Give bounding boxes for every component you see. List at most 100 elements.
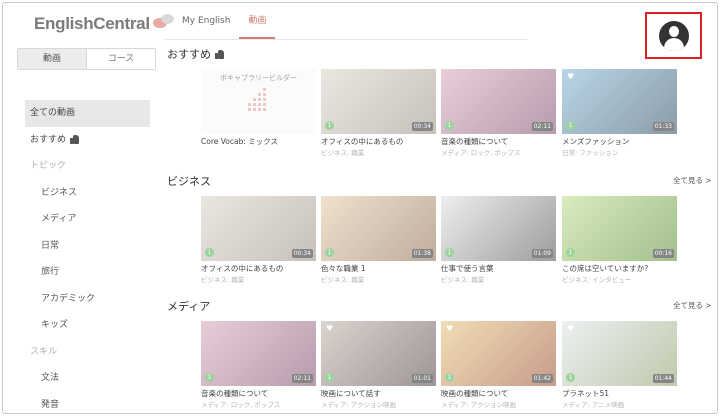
sidebar-item-label: ビジネス (41, 187, 78, 198)
sidebar-item[interactable]: 文法 (25, 365, 150, 392)
video-card[interactable]: 1 02:11 音楽の種類について メディア: ロック, ポップス (201, 321, 316, 409)
sidebar-item[interactable]: ビジネス (25, 180, 150, 207)
video-thumbnail[interactable]: 1 02:11 (201, 321, 316, 386)
segment-videos[interactable]: 動画 (18, 49, 86, 69)
level-badge: 1 (325, 121, 334, 130)
sidebar-item-label: おすすめ (30, 134, 67, 145)
sidebar-heading: スキル (25, 339, 150, 366)
sidebar-item-label: 発音 (41, 399, 60, 410)
sidebar-item[interactable]: 発音 (25, 392, 150, 414)
level-badge: 1 (566, 248, 575, 257)
heart-icon[interactable]: ♥ (567, 324, 574, 333)
level-badge: 1 (445, 373, 454, 382)
section-title: ビジネス (167, 175, 211, 188)
video-thumbnail[interactable]: 1 00:16 (562, 196, 677, 261)
video-thumbnail[interactable]: ボキャブラリービルダー (201, 69, 316, 134)
video-title[interactable]: 色々な職業 1 (321, 263, 436, 274)
video-title[interactable]: 音楽の種類について (201, 388, 316, 399)
video-card[interactable]: ♥ 1 01:44 プラネット51 メディア: アニメ映画 (562, 321, 677, 409)
video-category: ビジネス: 職業 (321, 149, 365, 157)
thumbs-up-icon (70, 135, 80, 145)
sidebar-item[interactable]: メディア (25, 206, 150, 233)
video-card[interactable]: 1 00:34 オフィスの中にあるもの ビジネス: 職業 (321, 69, 436, 157)
duration-badge: 01:44 (652, 374, 674, 383)
video-thumbnail[interactable]: 1 01:09 (441, 196, 556, 261)
video-category: ビジネス: 職業 (321, 276, 365, 284)
header-divider (165, 39, 527, 40)
sidebar-item-label: スキル (30, 346, 58, 357)
duration-badge: 00:16 (652, 249, 674, 258)
see-all-link[interactable]: 全て見る > (673, 175, 712, 186)
section-title: おすすめ (167, 46, 224, 62)
stairs-icon (245, 88, 271, 114)
heart-icon[interactable]: ♥ (326, 324, 333, 333)
video-card[interactable]: ♥ 1 01:42 映画の種類について メディア: アクション映画 (441, 321, 556, 409)
sidebar-item-label: 日常 (41, 240, 60, 251)
video-category: メディア: アクション映画 (441, 401, 516, 409)
video-title[interactable]: 音楽の種類について (441, 136, 556, 147)
video-title[interactable]: オフィスの中にあるもの (201, 263, 316, 274)
top-nav: My English 動画 (173, 3, 276, 39)
sidebar-item-label: 旅行 (41, 267, 60, 277)
level-badge: 1 (566, 373, 575, 382)
video-card[interactable]: 1 00:16 この席は空いていますか? ビジネス: インタビュー (562, 196, 677, 284)
video-category: メディア: ロック, ポップス (441, 149, 521, 157)
video-category: ビジネス: インタビュー (562, 276, 632, 284)
duration-badge: 01:42 (531, 374, 553, 383)
level-badge: 1 (445, 248, 454, 257)
segmented-control: 動画 コース (17, 48, 156, 70)
video-title[interactable]: Core Vocab: ミックス (201, 136, 316, 147)
video-thumbnail[interactable]: 1 00:34 (201, 196, 316, 261)
sidebar-menu: 全ての動画 おすすめ トピック ビジネス メディア 日常 旅行 アカデミック キッズ スキル 文法発… (25, 100, 150, 414)
level-badge: 1 (325, 248, 334, 257)
tab-my-english[interactable]: My English (173, 3, 239, 39)
video-thumbnail[interactable]: 1 01:38 (321, 196, 436, 261)
video-title[interactable]: 映画について話す (321, 388, 436, 399)
video-thumbnail[interactable]: ♥ 1 01:01 (321, 321, 436, 386)
video-card[interactable]: 1 02:11 音楽の種類について メディア: ロック, ポップス (441, 69, 556, 157)
see-all-link[interactable]: 全て見る > (673, 300, 712, 311)
sidebar-item[interactable]: 日常 (25, 233, 150, 260)
duration-badge: 01:09 (531, 249, 553, 258)
heart-icon[interactable]: ♥ (446, 324, 453, 333)
video-title[interactable]: メンズファッション (562, 136, 677, 147)
video-card[interactable]: 1 00:34 オフィスの中にあるもの ビジネス: 職業 (201, 196, 316, 284)
tab-videos[interactable]: 動画 (239, 3, 276, 39)
logo-text: EnglishCentral (34, 14, 150, 33)
video-title[interactable]: この席は空いていますか? (562, 263, 677, 274)
thumbs-up-icon (215, 49, 224, 59)
sidebar-item[interactable]: キッズ (25, 312, 150, 339)
video-card[interactable]: ♥ 1 01:01 映画について話す メディア: アクション映画 (321, 321, 436, 409)
video-card[interactable]: ♥ 1 01:33 メンズファッション 日常: ファッション (562, 69, 677, 157)
sidebar-item-label: 全ての動画 (30, 108, 76, 118)
video-title[interactable]: 映画の種類について (441, 388, 556, 399)
video-card[interactable]: 1 01:09 仕事で使う言葉 ビジネス: 職業 (441, 196, 556, 284)
video-title[interactable]: オフィスの中にあるもの (321, 136, 436, 147)
sidebar-item[interactable]: 旅行 (25, 259, 150, 286)
video-thumbnail[interactable]: ♥ 1 01:42 (441, 321, 556, 386)
sidebar-item[interactable]: アカデミック (25, 286, 150, 313)
duration-badge: 02:11 (291, 374, 313, 383)
video-card[interactable]: 1 01:38 色々な職業 1 ビジネス: 職業 (321, 196, 436, 284)
sidebar-item-label: キッズ (41, 320, 69, 330)
video-thumbnail[interactable]: 1 02:11 (441, 69, 556, 134)
vocab-builder-label: ボキャブラリービルダー (220, 74, 297, 82)
video-category: ビジネス: 職業 (441, 276, 485, 284)
segment-courses[interactable]: コース (86, 49, 155, 69)
video-thumbnail[interactable]: ♥ 1 01:44 (562, 321, 677, 386)
duration-badge: 02:11 (531, 122, 553, 131)
video-card[interactable]: ボキャブラリービルダー Core Vocab: ミックス (201, 69, 316, 147)
sidebar-item[interactable]: 全ての動画 (25, 100, 150, 127)
video-title[interactable]: 仕事で使う言葉 (441, 263, 556, 274)
logo[interactable]: EnglishCentral (34, 13, 178, 35)
sidebar-item-label: メディア (41, 214, 77, 224)
level-badge: 1 (205, 373, 214, 382)
video-category: ビジネス: 職業 (201, 276, 245, 284)
video-thumbnail[interactable]: 1 00:34 (321, 69, 436, 134)
profile-avatar-button[interactable] (645, 12, 702, 59)
video-thumbnail[interactable]: ♥ 1 01:33 (562, 69, 677, 134)
video-title[interactable]: プラネット51 (562, 388, 677, 399)
sidebar-item[interactable]: おすすめ (25, 127, 150, 154)
duration-badge: 00:34 (291, 249, 313, 258)
heart-icon[interactable]: ♥ (567, 72, 574, 81)
